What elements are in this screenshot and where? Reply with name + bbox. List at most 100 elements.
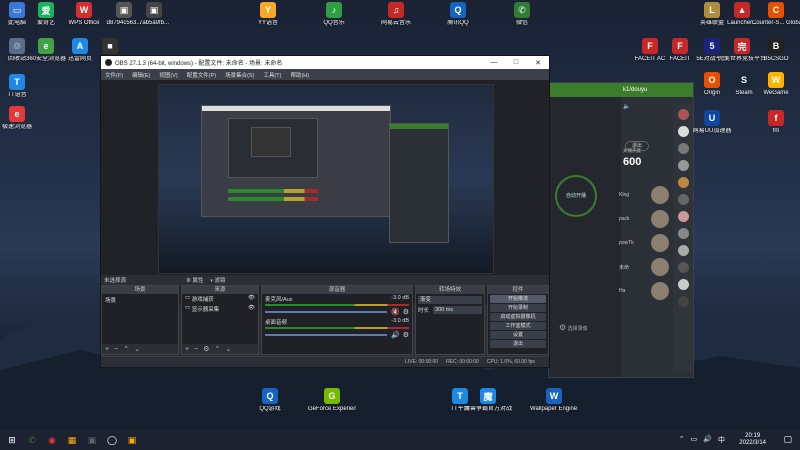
move-down-icon[interactable]: ⌄ — [134, 345, 140, 353]
douyu-bottom-label[interactable]: ⚙ 选择录像 — [559, 323, 588, 332]
add-source-icon[interactable]: + — [185, 346, 189, 353]
volume-slider[interactable] — [265, 311, 387, 313]
source-item[interactable]: ▭ 游戏捕获 👁 — [182, 294, 258, 304]
douyu-side-avatar[interactable] — [677, 245, 689, 256]
douyu-side-avatar[interactable] — [677, 194, 689, 205]
maximize-icon[interactable]: □ — [505, 59, 527, 67]
douyu-side-avatar[interactable] — [677, 177, 689, 188]
desktop-icon-top-5[interactable]: ♪ QQ音乐 — [310, 2, 358, 27]
visibility-icon[interactable]: 👁 — [248, 305, 255, 313]
desktop-icon-top-3[interactable]: ▣ 7ab5a9fb... — [130, 2, 178, 27]
ime-icon[interactable]: 中 — [718, 435, 725, 445]
control-button-1[interactable]: 开始录制 — [490, 304, 546, 312]
speaker-icon[interactable]: 🔊 — [391, 331, 400, 339]
mute-icon[interactable]: 🔈 — [623, 103, 630, 110]
douyu-counter: 600 — [623, 156, 642, 168]
desktop-icon-right-11[interactable]: U 网易UU加速器 — [688, 110, 736, 135]
taskbar-app-1-icon[interactable]: ✆ — [24, 433, 40, 447]
source-settings-icon[interactable]: ⚙ — [203, 345, 209, 353]
desktop-icon-bottom-4[interactable]: W Wallpaper Engine: ... — [530, 388, 578, 413]
obs-preview[interactable] — [101, 80, 549, 305]
menu-item-2[interactable]: 视图(V) — [159, 71, 177, 79]
desktop-icon-bottom-0[interactable]: Q QQ游戏 — [246, 388, 294, 413]
duration-input[interactable]: 300 ms — [433, 306, 482, 314]
mixer-header: 混音器 — [262, 286, 412, 294]
desktop-icon-right-2[interactable]: C Counter-S... Global Off... — [752, 2, 800, 27]
menu-item-4[interactable]: 场景集合(S) — [225, 71, 254, 79]
control-button-2[interactable]: 启动虚拟摄像机 — [490, 313, 546, 321]
douyu-side-avatar[interactable] — [677, 262, 689, 273]
menu-item-5[interactable]: 工具(T) — [263, 71, 281, 79]
desktop-icon-right-10[interactable]: W WeGame — [752, 72, 800, 97]
chevron-up-icon[interactable]: ⌃ — [679, 435, 685, 445]
taskbar-app-2-icon[interactable]: ◉ — [44, 433, 60, 447]
control-button-0[interactable]: 开始推流 — [490, 295, 546, 303]
desktop-icon-bottom-3[interactable]: 魔魔兽争霸官方对战平台 — [464, 388, 512, 413]
volume-slider[interactable] — [265, 334, 387, 336]
close-icon[interactable]: ✕ — [527, 59, 549, 67]
muted-speaker-icon[interactable]: 🔇 — [391, 308, 400, 316]
remove-source-icon[interactable]: − — [194, 346, 198, 353]
start-icon[interactable]: ⊞ — [4, 433, 20, 447]
douyu-list-item[interactable]: Klng — [619, 183, 669, 207]
douyu-user: k1/douyu — [623, 87, 648, 93]
minimize-icon[interactable]: — — [483, 59, 505, 67]
douyu-side-avatar[interactable] — [677, 126, 689, 137]
menu-item-3[interactable]: 配置文件(P) — [187, 71, 216, 79]
desktop-icon-top-7[interactable]: Q 腾讯QQ — [434, 2, 482, 27]
notification-icon[interactable]: ▢ — [783, 434, 792, 445]
desktop-icon-label: WeGame — [763, 90, 789, 96]
source-item[interactable]: ▭ 显示器采集 👁 — [182, 304, 258, 314]
filters-button[interactable]: ◑ 滤镜 — [210, 276, 226, 284]
douyu-list-item[interactable]: 未命 — [619, 255, 669, 279]
desktop-icon-top-4[interactable]: Y YY语音 — [244, 2, 292, 27]
desktop-icon-left-3[interactable]: e 极速浏览器 — [0, 106, 41, 131]
desktop-icon-top-6[interactable]: ♫ 网易云音乐 — [372, 2, 420, 27]
move-down-icon[interactable]: ⌄ — [225, 345, 231, 353]
desktop-icon-left-2[interactable]: T TT语音 — [0, 74, 41, 99]
douyu-list-item[interactable]: pack — [619, 207, 669, 231]
settings-icon[interactable]: ⚙ — [559, 323, 566, 332]
taskbar-app-6-icon[interactable]: ▣ — [124, 433, 140, 447]
douyu-side-avatar[interactable] — [677, 109, 689, 120]
desktop-icon-label: GeForce Experience — [308, 406, 356, 412]
visibility-icon[interactable]: 👁 — [248, 295, 255, 303]
menu-item-6[interactable]: 帮助(H) — [290, 71, 309, 79]
desktop-icon-right-7[interactable]: B B5CSGO — [752, 38, 800, 63]
douyu-side-avatar[interactable] — [677, 296, 689, 307]
move-up-icon[interactable]: ⌃ — [123, 345, 129, 353]
douyu-list-item[interactable]: powTk — [619, 231, 669, 255]
move-up-icon[interactable]: ⌃ — [214, 345, 220, 353]
desktop-icon-row2-2[interactable]: ■ — [86, 38, 134, 56]
douyu-list-item[interactable]: Ha — [619, 279, 669, 303]
desktop-icon-top-8[interactable]: ✆ 微信 — [498, 2, 546, 27]
network-icon[interactable]: ▭ — [691, 435, 698, 445]
remove-scene-icon[interactable]: − — [114, 346, 118, 353]
obs-window: OBS 27.1.3 (64-bit, windows) - 配置文件: 未命名… — [100, 55, 550, 368]
douyu-side-avatar[interactable] — [677, 228, 689, 239]
control-button-4[interactable]: 设置 — [490, 331, 546, 339]
control-button-3[interactable]: 工作室模式 — [490, 322, 546, 330]
desktop-icon-right-12[interactable]: f fm — [752, 110, 800, 135]
douyu-side-avatar[interactable] — [677, 143, 689, 154]
volume-icon[interactable]: 🔊 — [703, 435, 712, 445]
track-settings-icon[interactable]: ⚙ — [403, 308, 409, 316]
taskbar-app-4-icon[interactable]: ▣ — [84, 433, 100, 447]
douyu-side-avatar[interactable] — [677, 160, 689, 171]
taskbar-app-3-icon[interactable]: ▦ — [64, 433, 80, 447]
taskbar-app-5-icon[interactable]: ◯ — [104, 433, 120, 447]
control-button-5[interactable]: 退出 — [490, 340, 546, 348]
scene-item[interactable]: 场景 — [102, 294, 178, 306]
add-scene-icon[interactable]: + — [105, 346, 109, 353]
menu-item-1[interactable]: 编辑(E) — [132, 71, 150, 79]
douyu-side-avatar[interactable] — [677, 279, 689, 290]
properties-button[interactable]: ⚙ 属性 — [186, 276, 203, 284]
taskbar-clock[interactable]: 20:19 2022/3/14 — [739, 433, 766, 447]
desktop-icon-bottom-1[interactable]: G GeForce Experience — [308, 388, 356, 413]
scenes-dock: 场景 场景 + − ⌃ ⌄ — [101, 285, 179, 355]
menu-item-0[interactable]: 文件(F) — [105, 71, 123, 79]
douyu-side-avatar[interactable] — [677, 211, 689, 222]
track-settings-icon[interactable]: ⚙ — [403, 331, 409, 339]
douyu-center-button[interactable]: 自动开播 — [555, 175, 597, 217]
transition-select[interactable]: 渐变 — [418, 296, 482, 304]
